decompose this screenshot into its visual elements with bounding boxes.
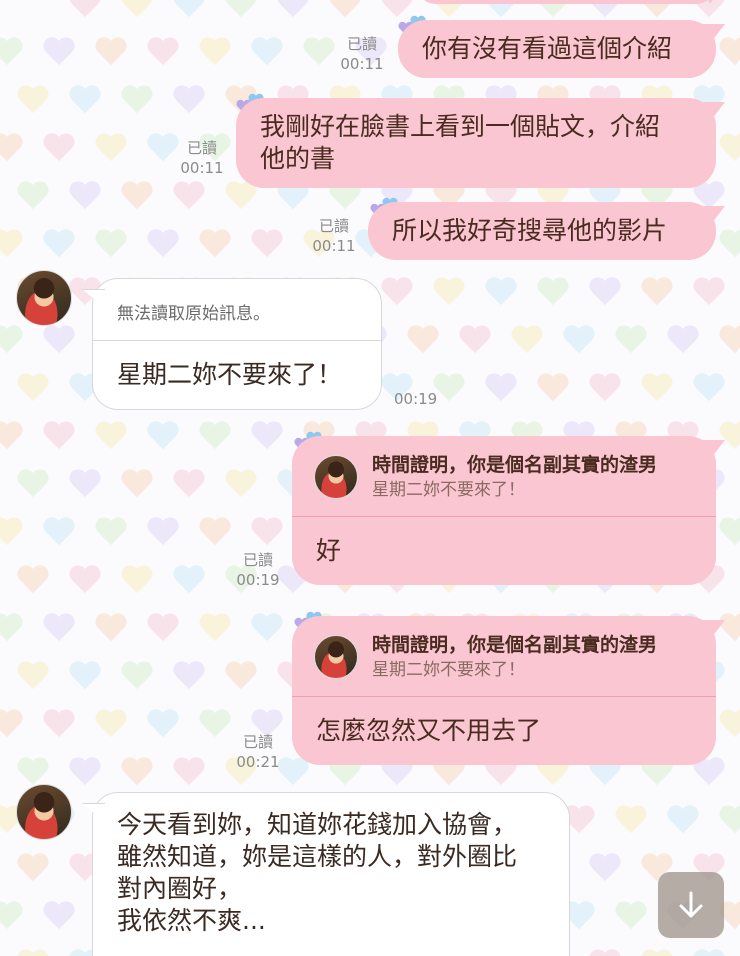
message-meta: 已讀 00:11	[336, 34, 388, 74]
read-receipt: 已讀	[186, 139, 217, 157]
message-text: 星期二妳不要來了！	[117, 360, 343, 389]
timestamp: 00:11	[180, 159, 224, 177]
quoted-avatar	[314, 455, 358, 499]
message-line: 對內圈好，	[117, 874, 243, 903]
outgoing-message[interactable]: 所以我好奇搜尋他的影片	[368, 202, 716, 260]
incoming-message[interactable]: 無法讀取原始訊息。 星期二妳不要來了！	[92, 278, 382, 410]
message-line: 我剛好在臉書上看到一個貼文，介紹	[260, 112, 661, 141]
message-text: 怎麼忽然又不用去了	[316, 716, 542, 745]
reply-quote[interactable]: 時間證明，你是個名副其實的渣男 星期二妳不要來了！	[292, 616, 716, 697]
quoted-sender-name: 時間證明，你是個名副其實的渣男	[372, 454, 658, 476]
quoted-avatar	[314, 635, 358, 679]
timestamp: 00:19	[236, 571, 280, 589]
quoted-text: 星期二妳不要來了！	[372, 660, 525, 680]
read-receipt: 已讀	[318, 217, 349, 235]
message-text: 好	[316, 536, 342, 565]
message-text: 所以我好奇搜尋他的影片	[392, 216, 668, 245]
scroll-to-bottom-button[interactable]	[658, 872, 724, 938]
quoted-text: 星期二妳不要來了！	[372, 480, 525, 500]
message-meta: 已讀 00:11	[176, 138, 228, 178]
outgoing-message[interactable]: 你有沒有看過這個介紹	[398, 20, 716, 78]
message-line: 他的書	[260, 144, 336, 173]
outgoing-message[interactable]: 我剛好在臉書上看到一個貼文，介紹 他的書	[236, 98, 716, 188]
quoted-sender-name: 時間證明，你是個名副其實的渣男	[372, 634, 658, 656]
arrow-down-icon	[679, 891, 703, 918]
timestamp: 00:19	[394, 390, 438, 408]
message-text: 你有沒有看過這個介紹	[422, 34, 673, 63]
read-receipt: 已讀	[242, 551, 273, 569]
contact-avatar[interactable]	[16, 784, 72, 840]
read-receipt: 已讀	[242, 733, 273, 751]
timestamp: 00:21	[236, 753, 280, 771]
message-meta: 已讀 00:21	[232, 732, 284, 772]
reply-quote[interactable]: 時間證明，你是個名副其實的渣男 星期二妳不要來了！	[292, 436, 716, 517]
read-receipt: 已讀	[346, 35, 377, 53]
incoming-message[interactable]: 今天看到妳，知道妳花錢加入協會， 雖然知道，妳是這樣的人，對外圈比 對內圈好， …	[92, 792, 570, 956]
timestamp: 00:11	[340, 55, 384, 73]
chat-area: 已讀 00:11 你有沒有看過這個介紹 已讀 00:11 我剛好在臉書上看到一個…	[0, 0, 740, 956]
message-meta: 已讀 00:11	[308, 216, 360, 256]
outgoing-reply-message[interactable]: 時間證明，你是個名副其實的渣男 星期二妳不要來了！ 怎麼忽然又不用去了	[292, 616, 716, 765]
message-line: 雖然知道，妳是這樣的人，對外圈比	[117, 842, 518, 871]
contact-avatar[interactable]	[16, 270, 72, 326]
quoted-notice: 無法讀取原始訊息。	[93, 279, 381, 341]
message-line: 我依然不爽...	[117, 906, 266, 935]
clipped-bubble	[416, 0, 716, 4]
timestamp: 00:11	[312, 237, 356, 255]
message-line: 今天看到妳，知道妳花錢加入協會，	[117, 810, 518, 839]
outgoing-reply-message[interactable]: 時間證明，你是個名副其實的渣男 星期二妳不要來了！ 好	[292, 436, 716, 585]
message-meta: 已讀 00:19	[232, 550, 284, 590]
